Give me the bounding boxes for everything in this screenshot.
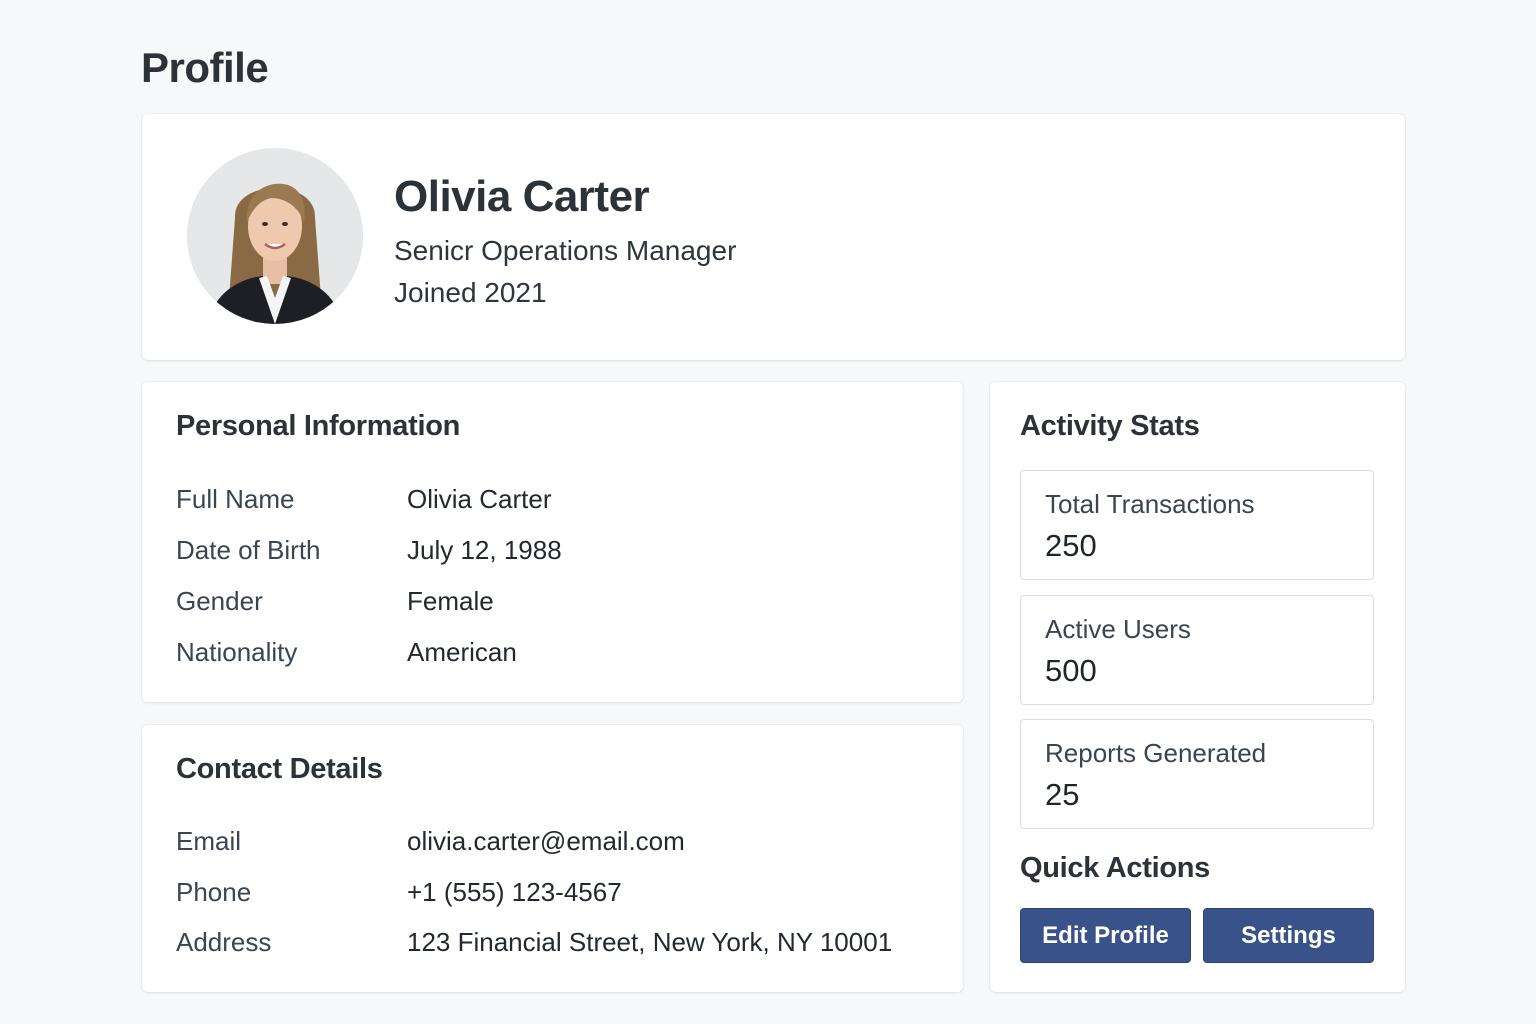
info-label: Address	[176, 927, 272, 957]
info-row-address: Address 123 Financial Street, New York, …	[176, 927, 936, 961]
info-row-full-name: Full Name Olivia Carter	[176, 484, 936, 518]
profile-job-title: Senicr Operations Manager	[394, 235, 737, 266]
stat-value: 500	[1045, 653, 1097, 688]
info-value: American	[407, 637, 517, 667]
info-label: Email	[176, 826, 242, 856]
activity-stats-title: Activity Stats	[1020, 410, 1200, 442]
stat-total-transactions: Total Transactions 250	[1020, 470, 1374, 580]
info-row-gender: Gender Female	[176, 586, 936, 620]
avatar	[187, 148, 363, 324]
phone-value: +1 (555) 123-4567	[407, 877, 622, 907]
personal-information-title: Personal Information	[176, 410, 461, 442]
info-label: Full Name	[176, 484, 295, 514]
page-title: Profile	[141, 44, 269, 91]
stat-label: Total Transactions	[1045, 489, 1255, 519]
stat-label: Reports Generated	[1045, 738, 1267, 768]
info-value: Olivia Carter	[407, 484, 552, 514]
profile-photo	[187, 148, 363, 324]
stat-reports-generated: Reports Generated 25	[1020, 719, 1374, 829]
settings-button[interactable]: Settings	[1203, 908, 1374, 963]
info-label: Phone	[176, 877, 252, 907]
info-label: Nationality	[176, 637, 298, 667]
profile-header-card: Olivia Carter Senicr Operations Manager …	[142, 114, 1405, 360]
info-row-phone: Phone +1 (555) 123-4567	[176, 877, 936, 911]
address-value: 123 Financial Street, New York, NY 10001	[407, 927, 893, 957]
profile-joined: Joined 2021	[394, 277, 547, 308]
stat-value: 25	[1045, 777, 1080, 812]
info-value: July 12, 1988	[407, 535, 562, 565]
stat-active-users: Active Users 500	[1020, 595, 1374, 705]
stat-label: Active Users	[1045, 614, 1191, 644]
activity-stats-card: Activity Stats Total Transactions 250 Ac…	[990, 382, 1405, 992]
personal-information-card: Personal Information Full Name Olivia Ca…	[142, 382, 963, 702]
info-row-date-of-birth: Date of Birth July 12, 1988	[176, 535, 936, 569]
contact-details-card: Contact Details Email olivia.carter@emai…	[142, 725, 963, 992]
edit-profile-button[interactable]: Edit Profile	[1020, 908, 1191, 963]
profile-name: Olivia Carter	[394, 172, 650, 221]
info-value: Female	[407, 586, 494, 616]
contact-details-title: Contact Details	[176, 753, 383, 785]
email-value: olivia.carter@email.com	[407, 826, 685, 856]
info-row-email: Email olivia.carter@email.com	[176, 826, 936, 860]
stat-value: 250	[1045, 528, 1097, 563]
info-label: Date of Birth	[176, 535, 321, 565]
quick-actions-title: Quick Actions	[1020, 852, 1211, 884]
info-label: Gender	[176, 586, 263, 616]
info-row-nationality: Nationality American	[176, 637, 936, 671]
